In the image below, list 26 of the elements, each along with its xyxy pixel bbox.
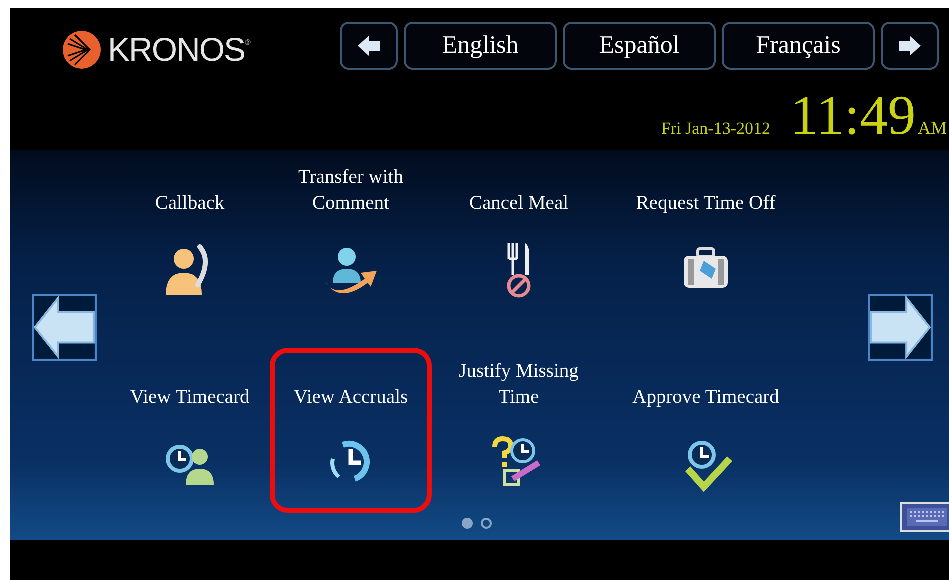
page-indicator-dot[interactable]: [481, 518, 492, 529]
previous-page-arrow[interactable]: [32, 294, 97, 361]
date-text: Fri Jan-13-2012: [661, 119, 770, 139]
left-arrow-icon: [358, 36, 380, 56]
right-arrow-icon: [899, 36, 921, 56]
menu-tile[interactable]: Cancel Meal: [432, 154, 606, 319]
page-indicator-dot[interactable]: [462, 518, 473, 529]
menu-tile[interactable]: Request Time Off: [606, 154, 806, 319]
menu-tile[interactable]: Transfer with Comment: [270, 154, 432, 319]
keyboard-button[interactable]: [900, 502, 949, 532]
language-button[interactable]: Français: [722, 22, 875, 70]
menu-tile[interactable]: View Accruals: [270, 348, 432, 513]
time-text: 11:49: [790, 84, 916, 148]
previous-language-button[interactable]: [340, 22, 398, 70]
menu-tile[interactable]: Justify Missing Time: [432, 348, 606, 513]
registered-mark: ®: [245, 38, 252, 47]
menu-tile[interactable]: View Timecard: [110, 348, 270, 513]
logo-text: KRONOS: [108, 31, 246, 69]
next-page-arrow[interactable]: [868, 294, 933, 361]
menu-tile[interactable]: Callback: [110, 154, 270, 319]
next-language-button[interactable]: [881, 22, 939, 70]
menu-tile[interactable]: Approve Timecard: [606, 348, 806, 513]
meridiem-text: AM: [918, 118, 947, 139]
language-button[interactable]: English: [404, 22, 557, 70]
logo-icon: [62, 30, 102, 70]
language-button[interactable]: Español: [563, 22, 716, 70]
